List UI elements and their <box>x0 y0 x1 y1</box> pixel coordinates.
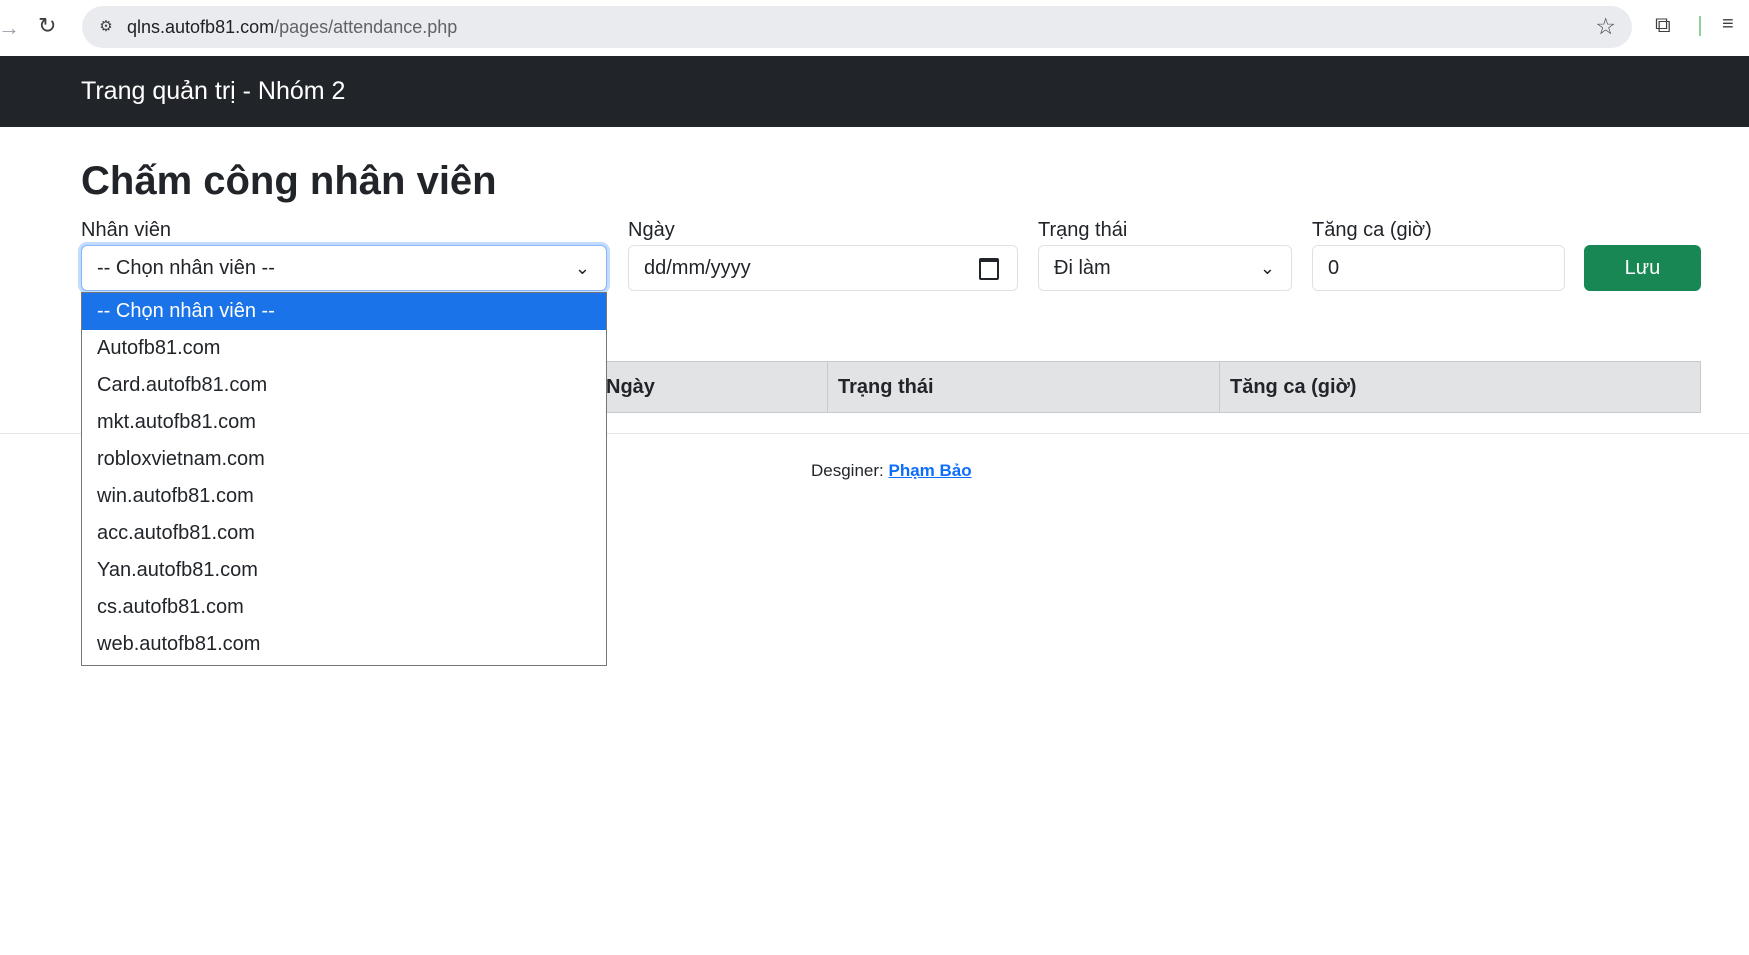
url-text[interactable]: qlns.autofb81.com/pages/attendance.php <box>127 17 457 38</box>
site-settings-icon[interactable]: ⚙ <box>96 17 116 37</box>
dropdown-option[interactable]: robloxvietnam.com <box>82 441 606 478</box>
extensions-icon[interactable]: ⧉ <box>1655 12 1671 38</box>
designer-link[interactable]: Phạm Bảo <box>889 461 972 480</box>
employee-select-value: -- Chọn nhân viên -- <box>97 257 275 279</box>
reload-icon[interactable]: ↻ <box>38 13 56 39</box>
toolbar-divider <box>1699 16 1701 36</box>
save-button[interactable]: Lưu <box>1584 245 1701 291</box>
page-title: Chấm công nhân viên <box>81 159 497 203</box>
overtime-label: Tăng ca (giờ) <box>1312 219 1432 241</box>
browser-toolbar: → ↻ ⚙ qlns.autofb81.com/pages/attendance… <box>0 0 1749 56</box>
bookmark-star-icon[interactable]: ☆ <box>1595 13 1616 40</box>
dropdown-option[interactable]: acc.autofb81.com <box>82 515 606 552</box>
dropdown-option[interactable]: win.autofb81.com <box>82 478 606 515</box>
overtime-value: 0 <box>1328 257 1340 279</box>
overtime-input[interactable]: 0 <box>1312 245 1565 291</box>
dropdown-option[interactable]: web.autofb81.com <box>82 626 606 663</box>
url-domain: qlns.autofb81.com <box>127 17 275 37</box>
employee-dropdown-list: -- Chọn nhân viên -- Autofb81.com Card.aut… <box>81 292 607 666</box>
dropdown-option[interactable]: Yan.autofb81.com <box>82 552 606 589</box>
address-bar[interactable]: ⚙ qlns.autofb81.com/pages/attendance.php… <box>82 6 1632 48</box>
footer-credit: Desginer: Phạm Bảo <box>811 461 972 481</box>
dropdown-option[interactable]: -- Chọn nhân viên -- <box>82 293 606 330</box>
date-input[interactable]: dd/mm/yyyy <box>628 245 1018 291</box>
chevron-down-icon: ⌄ <box>1259 258 1275 278</box>
media-controls-icon[interactable]: ≡ <box>1722 13 1734 36</box>
column-header-overtime: Tăng ca (giờ) <box>1219 362 1700 412</box>
back-arrow-icon[interactable]: → <box>0 15 20 41</box>
status-select-value: Đi làm <box>1054 257 1111 279</box>
dropdown-option[interactable]: cs.autofb81.com <box>82 589 606 626</box>
footer-prefix: Desginer: <box>811 461 884 480</box>
dropdown-option[interactable]: Autofb81.com <box>82 330 606 367</box>
date-label: Ngày <box>628 219 675 241</box>
calendar-icon[interactable] <box>979 258 999 280</box>
employee-label: Nhân viên <box>81 219 172 241</box>
column-header-status: Trạng thái <box>827 362 1219 412</box>
status-label: Trạng thái <box>1038 219 1128 241</box>
top-navbar: Trang quản trị - Nhóm 2 <box>0 56 1749 127</box>
status-select[interactable]: Đi làm ⌄ <box>1038 245 1292 291</box>
navbar-brand[interactable]: Trang quản trị - Nhóm 2 <box>81 77 345 106</box>
employee-select[interactable]: -- Chọn nhân viên -- ⌄ <box>81 245 607 291</box>
dropdown-option[interactable]: Card.autofb81.com <box>82 367 606 404</box>
url-path: /pages/attendance.php <box>274 17 458 37</box>
dropdown-option[interactable]: mkt.autofb81.com <box>82 404 606 441</box>
date-placeholder: dd/mm/yyyy <box>644 257 751 279</box>
chevron-down-icon: ⌄ <box>574 258 590 278</box>
